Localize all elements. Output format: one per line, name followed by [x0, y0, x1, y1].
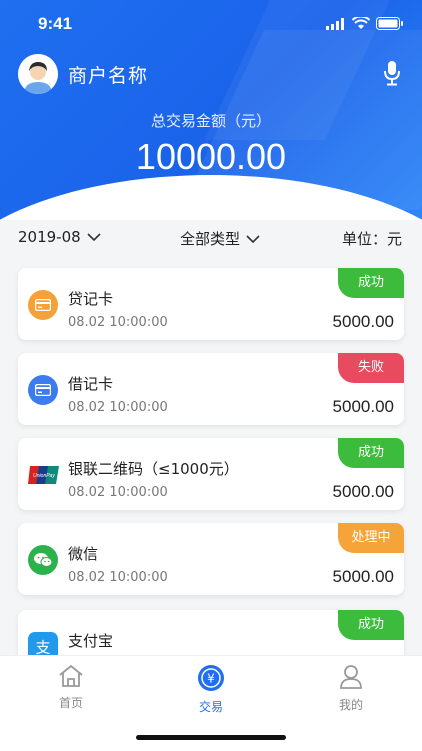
svg-text:UnionPay: UnionPay: [33, 473, 55, 479]
total-amount-value: 10000.00: [135, 136, 287, 177]
total-amount-label: 总交易金额（元）: [150, 112, 271, 130]
date-filter-label: 2019-08: [18, 228, 81, 246]
transaction-title: 支付宝: [68, 632, 114, 650]
home-icon: [59, 664, 83, 687]
tab-trade-label: 交易: [198, 700, 223, 714]
signal-icon: [326, 17, 344, 30]
transaction-card[interactable]: 借记卡 08.02 10:00:00 5000.00 失败: [18, 353, 404, 425]
chevron-down-icon: [87, 233, 101, 242]
tab-home-label: 首页: [58, 696, 83, 710]
transaction-card[interactable]: 微信 08.02 10:00:00 5000.00 处理中: [18, 523, 404, 595]
transaction-time: 08.02 10:00:00: [68, 400, 168, 415]
home-indicator: [136, 735, 286, 740]
transaction-title: 银联二维码（≤1000元）: [68, 460, 239, 478]
tab-home[interactable]: 首页: [31, 664, 111, 711]
avatar[interactable]: [18, 54, 58, 94]
transaction-amount: 5000.00: [332, 312, 394, 331]
date-filter[interactable]: 2019-08: [18, 228, 101, 246]
status-time: 9:41: [38, 14, 73, 33]
status-icons: [326, 17, 404, 30]
wechat-icon: [28, 545, 58, 575]
transaction-amount: 5000.00: [332, 397, 394, 416]
unionpay-icon: UnionPay: [28, 464, 60, 486]
transaction-time: 08.02 10:00:00: [68, 570, 168, 585]
credit-card-icon: [28, 290, 58, 320]
debit-card-icon: [28, 375, 58, 405]
transaction-title: 贷记卡: [68, 290, 114, 308]
merchant-row[interactable]: 商户名称: [18, 54, 148, 94]
merchant-name: 商户名称: [68, 64, 149, 87]
battery-icon: [376, 17, 403, 30]
transaction-amount: 5000.00: [332, 482, 394, 501]
transaction-time: 08.02 10:00:00: [68, 315, 168, 330]
tab-mine[interactable]: 我的: [311, 664, 391, 713]
type-filter[interactable]: 全部类型: [180, 228, 260, 249]
transaction-time: 08.02 10:00:00: [68, 485, 168, 500]
microphone-icon[interactable]: [384, 60, 400, 86]
type-filter-label: 全部类型: [180, 230, 241, 248]
trade-icon: ¥: [198, 665, 224, 691]
transaction-amount: 5000.00: [332, 567, 394, 586]
transaction-title: 借记卡: [68, 375, 114, 393]
user-icon: [340, 665, 362, 689]
svg-text:¥: ¥: [207, 672, 215, 686]
chevron-down-icon: [246, 234, 260, 243]
transaction-card[interactable]: 贷记卡 08.02 10:00:00 5000.00 成功: [18, 268, 404, 340]
filter-bar: 2019-08 全部类型 单位：元: [0, 222, 422, 258]
unit-label: 单位：元: [341, 230, 402, 248]
tab-trade[interactable]: ¥ 交易: [171, 664, 251, 715]
status-bar: 9:41: [0, 0, 422, 50]
status-badge: 处理中: [338, 523, 404, 553]
status-badge: 成功: [338, 438, 404, 468]
tab-mine-label: 我的: [338, 698, 363, 712]
status-badge: 失败: [338, 353, 404, 383]
transaction-card[interactable]: UnionPay 银联二维码（≤1000元） 08.02 10:00:00 50…: [18, 438, 404, 510]
transaction-title: 微信: [68, 545, 99, 563]
status-badge: 成功: [338, 268, 404, 298]
svg-text:支: 支: [35, 639, 50, 657]
wifi-icon: [352, 17, 370, 29]
status-badge: 成功: [338, 610, 404, 640]
avatar-icon: [18, 54, 58, 94]
